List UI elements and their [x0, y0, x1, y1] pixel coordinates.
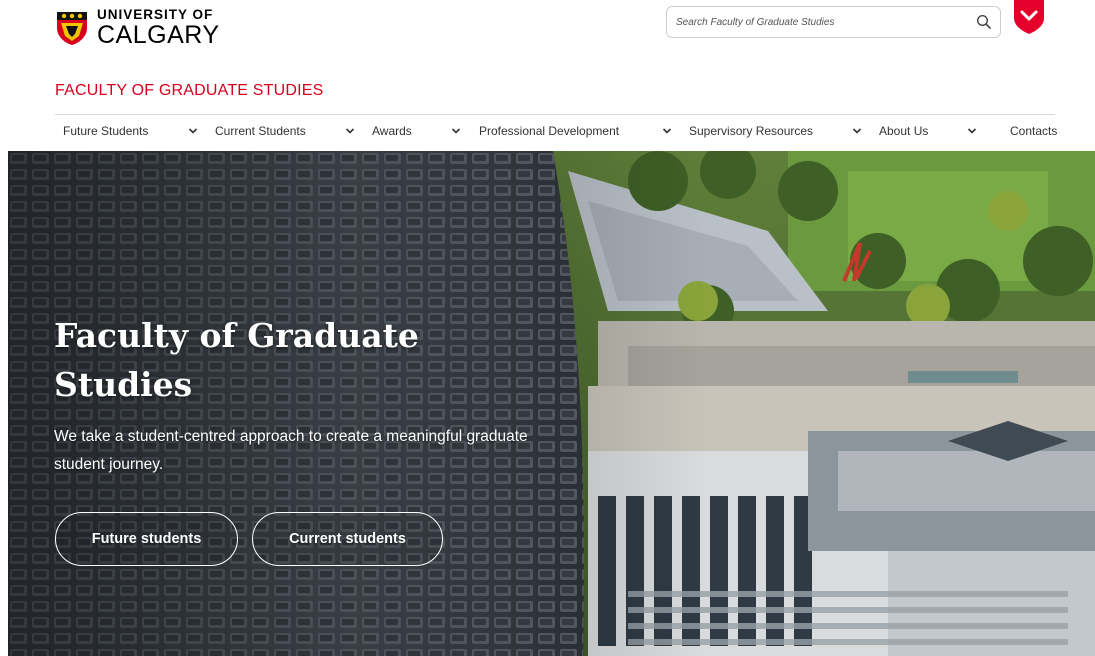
- nav-item-about-us[interactable]: About Us: [879, 124, 928, 138]
- hero-title-line2: Studies: [54, 365, 193, 404]
- hero-title: Faculty of Graduate Studies: [54, 311, 574, 409]
- chevron-down-icon[interactable]: [344, 125, 356, 137]
- hero-content: Faculty of Graduate Studies We take a st…: [54, 311, 574, 479]
- chevron-down-icon[interactable]: [966, 125, 978, 137]
- nav-item-contacts[interactable]: Contacts: [1010, 124, 1057, 138]
- shield-menu-icon[interactable]: [1014, 0, 1044, 34]
- search-icon[interactable]: [976, 14, 992, 30]
- current-students-button[interactable]: Current students: [252, 512, 443, 566]
- logo-line1: UNIVERSITY OF: [97, 7, 214, 22]
- future-students-button[interactable]: Future students: [55, 512, 238, 566]
- nav-item-label: About Us: [879, 124, 929, 138]
- nav-item-label: Supervisory Resources: [689, 124, 814, 138]
- main-navigation: Future Students Current Students Awards …: [0, 115, 1095, 151]
- nav-item-future-students[interactable]: Future Students: [63, 124, 148, 138]
- nav-item-label: Awards: [372, 124, 412, 138]
- logo-line2: CALGARY: [97, 20, 220, 49]
- nav-item-label: Professional Development: [479, 124, 620, 138]
- crest-icon: [57, 11, 87, 45]
- nav-item-current-students[interactable]: Current Students: [215, 124, 306, 138]
- hero-subtitle: We take a student-centred approach to cr…: [54, 428, 528, 473]
- hero-buttons: Future students Current students: [55, 512, 443, 566]
- faculty-title[interactable]: FACULTY OF GRADUATE STUDIES: [55, 82, 324, 100]
- chevron-down-icon[interactable]: [661, 125, 673, 137]
- hero-banner: Faculty of Graduate Studies We take a st…: [8, 151, 1095, 656]
- nav-item-supervisory-resources[interactable]: Supervisory Resources: [689, 124, 813, 138]
- search-input[interactable]: [676, 7, 966, 37]
- chevron-down-icon[interactable]: [450, 125, 462, 137]
- chevron-down-icon[interactable]: [851, 125, 863, 137]
- nav-item-awards[interactable]: Awards: [372, 124, 412, 138]
- nav-item-label: Contacts: [1010, 124, 1058, 138]
- nav-item-label: Current Students: [215, 124, 306, 138]
- nav-item-professional-development[interactable]: Professional Development: [479, 124, 619, 138]
- hero-title-line1: Faculty of Graduate: [54, 316, 419, 355]
- university-logo[interactable]: UNIVERSITY OF CALGARY: [55, 8, 220, 48]
- chevron-down-icon[interactable]: [187, 125, 199, 137]
- nav-item-label: Future Students: [63, 124, 149, 138]
- site-header: UNIVERSITY OF CALGARY FACULTY OF GRADUAT…: [0, 0, 1095, 115]
- search-box: [666, 6, 1001, 38]
